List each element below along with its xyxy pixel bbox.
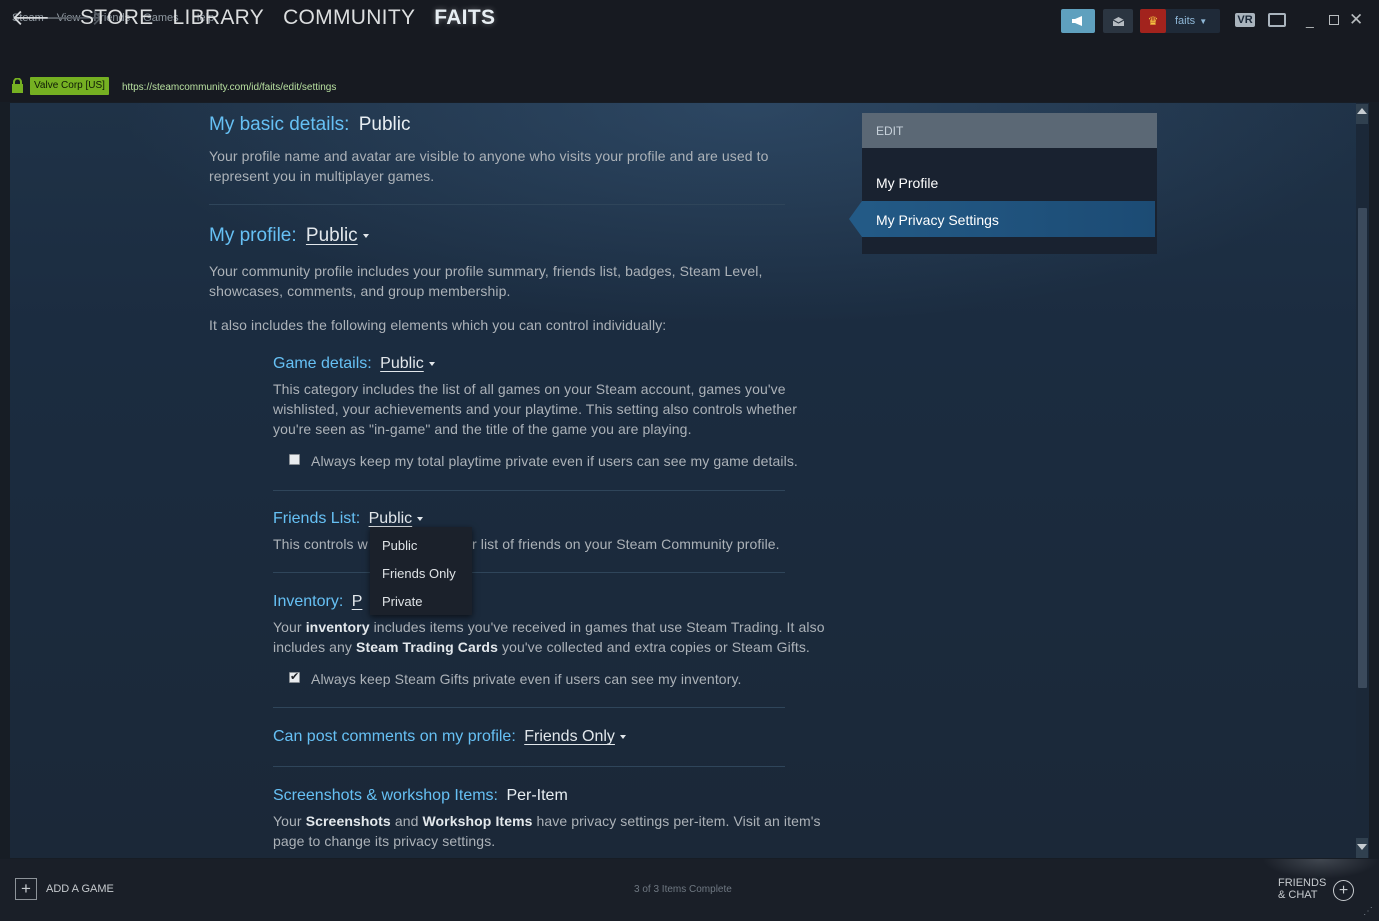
megaphone-icon (1072, 16, 1082, 26)
nav-bar (0, 36, 1379, 72)
sidebar-item-my-profile[interactable]: My Profile (876, 175, 938, 191)
lock-icon (12, 78, 23, 93)
caret-down-icon (428, 361, 435, 366)
screenshots-value: Per-Item (506, 787, 568, 804)
download-status[interactable]: 3 of 3 Items Complete (634, 884, 732, 895)
dropdown-option-friends-only[interactable]: Friends Only (382, 566, 456, 581)
divider (273, 766, 785, 767)
tab-library[interactable]: LIBRARY (172, 6, 264, 30)
big-picture-icon[interactable] (1268, 13, 1286, 27)
game-details-dropdown[interactable]: Public (380, 355, 424, 372)
gifts-private-label[interactable]: Always keep Steam Gifts private even if … (311, 669, 742, 689)
tab-profile[interactable]: FAITS (434, 6, 495, 30)
scroll-up-button[interactable] (1356, 104, 1368, 124)
dropdown-option-public[interactable]: Public (382, 538, 417, 553)
caret-down-icon (417, 516, 424, 521)
friends-list-desc-start: This controls w (273, 536, 368, 552)
divider (273, 707, 785, 708)
friends-list-heading: Friends List: Public (273, 510, 424, 528)
divider (273, 572, 785, 573)
certificate-badge: Valve Corp [US] (30, 77, 109, 95)
playtime-private-label[interactable]: Always keep my total playtime private ev… (311, 451, 798, 471)
scroll-down-icon (1357, 844, 1367, 850)
friends-list-desc-end: r list of friends on your Steam Communit… (472, 536, 780, 552)
sidebar-item-privacy-settings[interactable]: My Privacy Settings (862, 201, 1155, 237)
basic-details-desc: Your profile name and avatar are visible… (209, 148, 769, 184)
comments-dropdown[interactable]: Friends Only (524, 728, 615, 745)
friends-chat-button[interactable]: FRIENDS & CHAT (1278, 877, 1326, 901)
tab-store[interactable]: STORE (80, 6, 153, 30)
dropdown-option-private[interactable]: Private (382, 594, 422, 609)
profile-desc: Your community profile includes your pro… (209, 263, 763, 299)
sidebar-header: EDIT (862, 113, 1157, 148)
scrollbar-thumb[interactable] (1358, 208, 1367, 688)
game-details-desc: This category includes the list of all g… (273, 381, 797, 437)
profile-heading: My profile: Public (209, 225, 369, 247)
playtime-private-checkbox[interactable] (289, 454, 300, 465)
minimize-icon[interactable]: _ (1306, 13, 1317, 27)
divider (209, 204, 785, 205)
chevron-down-icon: ▼ (1199, 16, 1208, 26)
account-menu[interactable]: ♛ faits ▼ (1140, 9, 1220, 33)
account-name: faits (1175, 15, 1196, 27)
profile-note: It also includes the following elements … (209, 317, 667, 333)
url-text[interactable]: https://steamcommunity.com/id/faits/edit… (122, 82, 336, 93)
friends-list-dropdown[interactable]: Public (369, 510, 413, 527)
add-friend-icon[interactable]: + (1333, 880, 1354, 901)
caret-down-icon (362, 233, 369, 238)
divider (273, 490, 785, 491)
avatar: ♛ (1140, 9, 1166, 33)
screenshots-heading: Screenshots & workshop Items: Per-Item (273, 787, 568, 804)
scroll-up-icon (1357, 108, 1367, 114)
inventory-heading: Inventory: P (273, 593, 363, 610)
resize-grip-icon[interactable]: ⋰ (1363, 906, 1373, 917)
profile-privacy-dropdown[interactable]: Public (306, 225, 358, 246)
nav-tabs: STORE LIBRARY COMMUNITY FAITS (80, 6, 495, 30)
basic-details-value: Public (358, 114, 411, 135)
basic-details-heading: My basic details: Public (209, 114, 411, 135)
privacy-dropdown-menu: Public Friends Only Private (370, 527, 472, 615)
inventory-desc: Your inventory includes items you've rec… (273, 619, 825, 655)
comments-heading: Can post comments on my profile: Friends… (273, 728, 626, 746)
active-indicator (849, 201, 862, 237)
inventory-dropdown[interactable]: P (352, 593, 363, 610)
maximize-icon[interactable] (1329, 15, 1339, 25)
vr-button[interactable]: VR (1235, 13, 1255, 27)
add-game-button[interactable]: + ADD A GAME (15, 878, 114, 900)
close-icon[interactable]: ✕ (1349, 10, 1363, 30)
screenshots-desc: Your Screenshots and Workshop Items have… (273, 813, 821, 849)
gifts-private-checkbox[interactable] (289, 670, 300, 683)
envelope-icon (1112, 16, 1124, 26)
tab-community[interactable]: COMMUNITY (283, 6, 415, 30)
game-details-heading: Game details: Public (273, 355, 435, 373)
announcements-button[interactable] (1061, 9, 1095, 33)
caret-down-icon (619, 734, 626, 739)
plus-icon: + (15, 878, 37, 900)
notifications-button[interactable] (1103, 9, 1133, 33)
